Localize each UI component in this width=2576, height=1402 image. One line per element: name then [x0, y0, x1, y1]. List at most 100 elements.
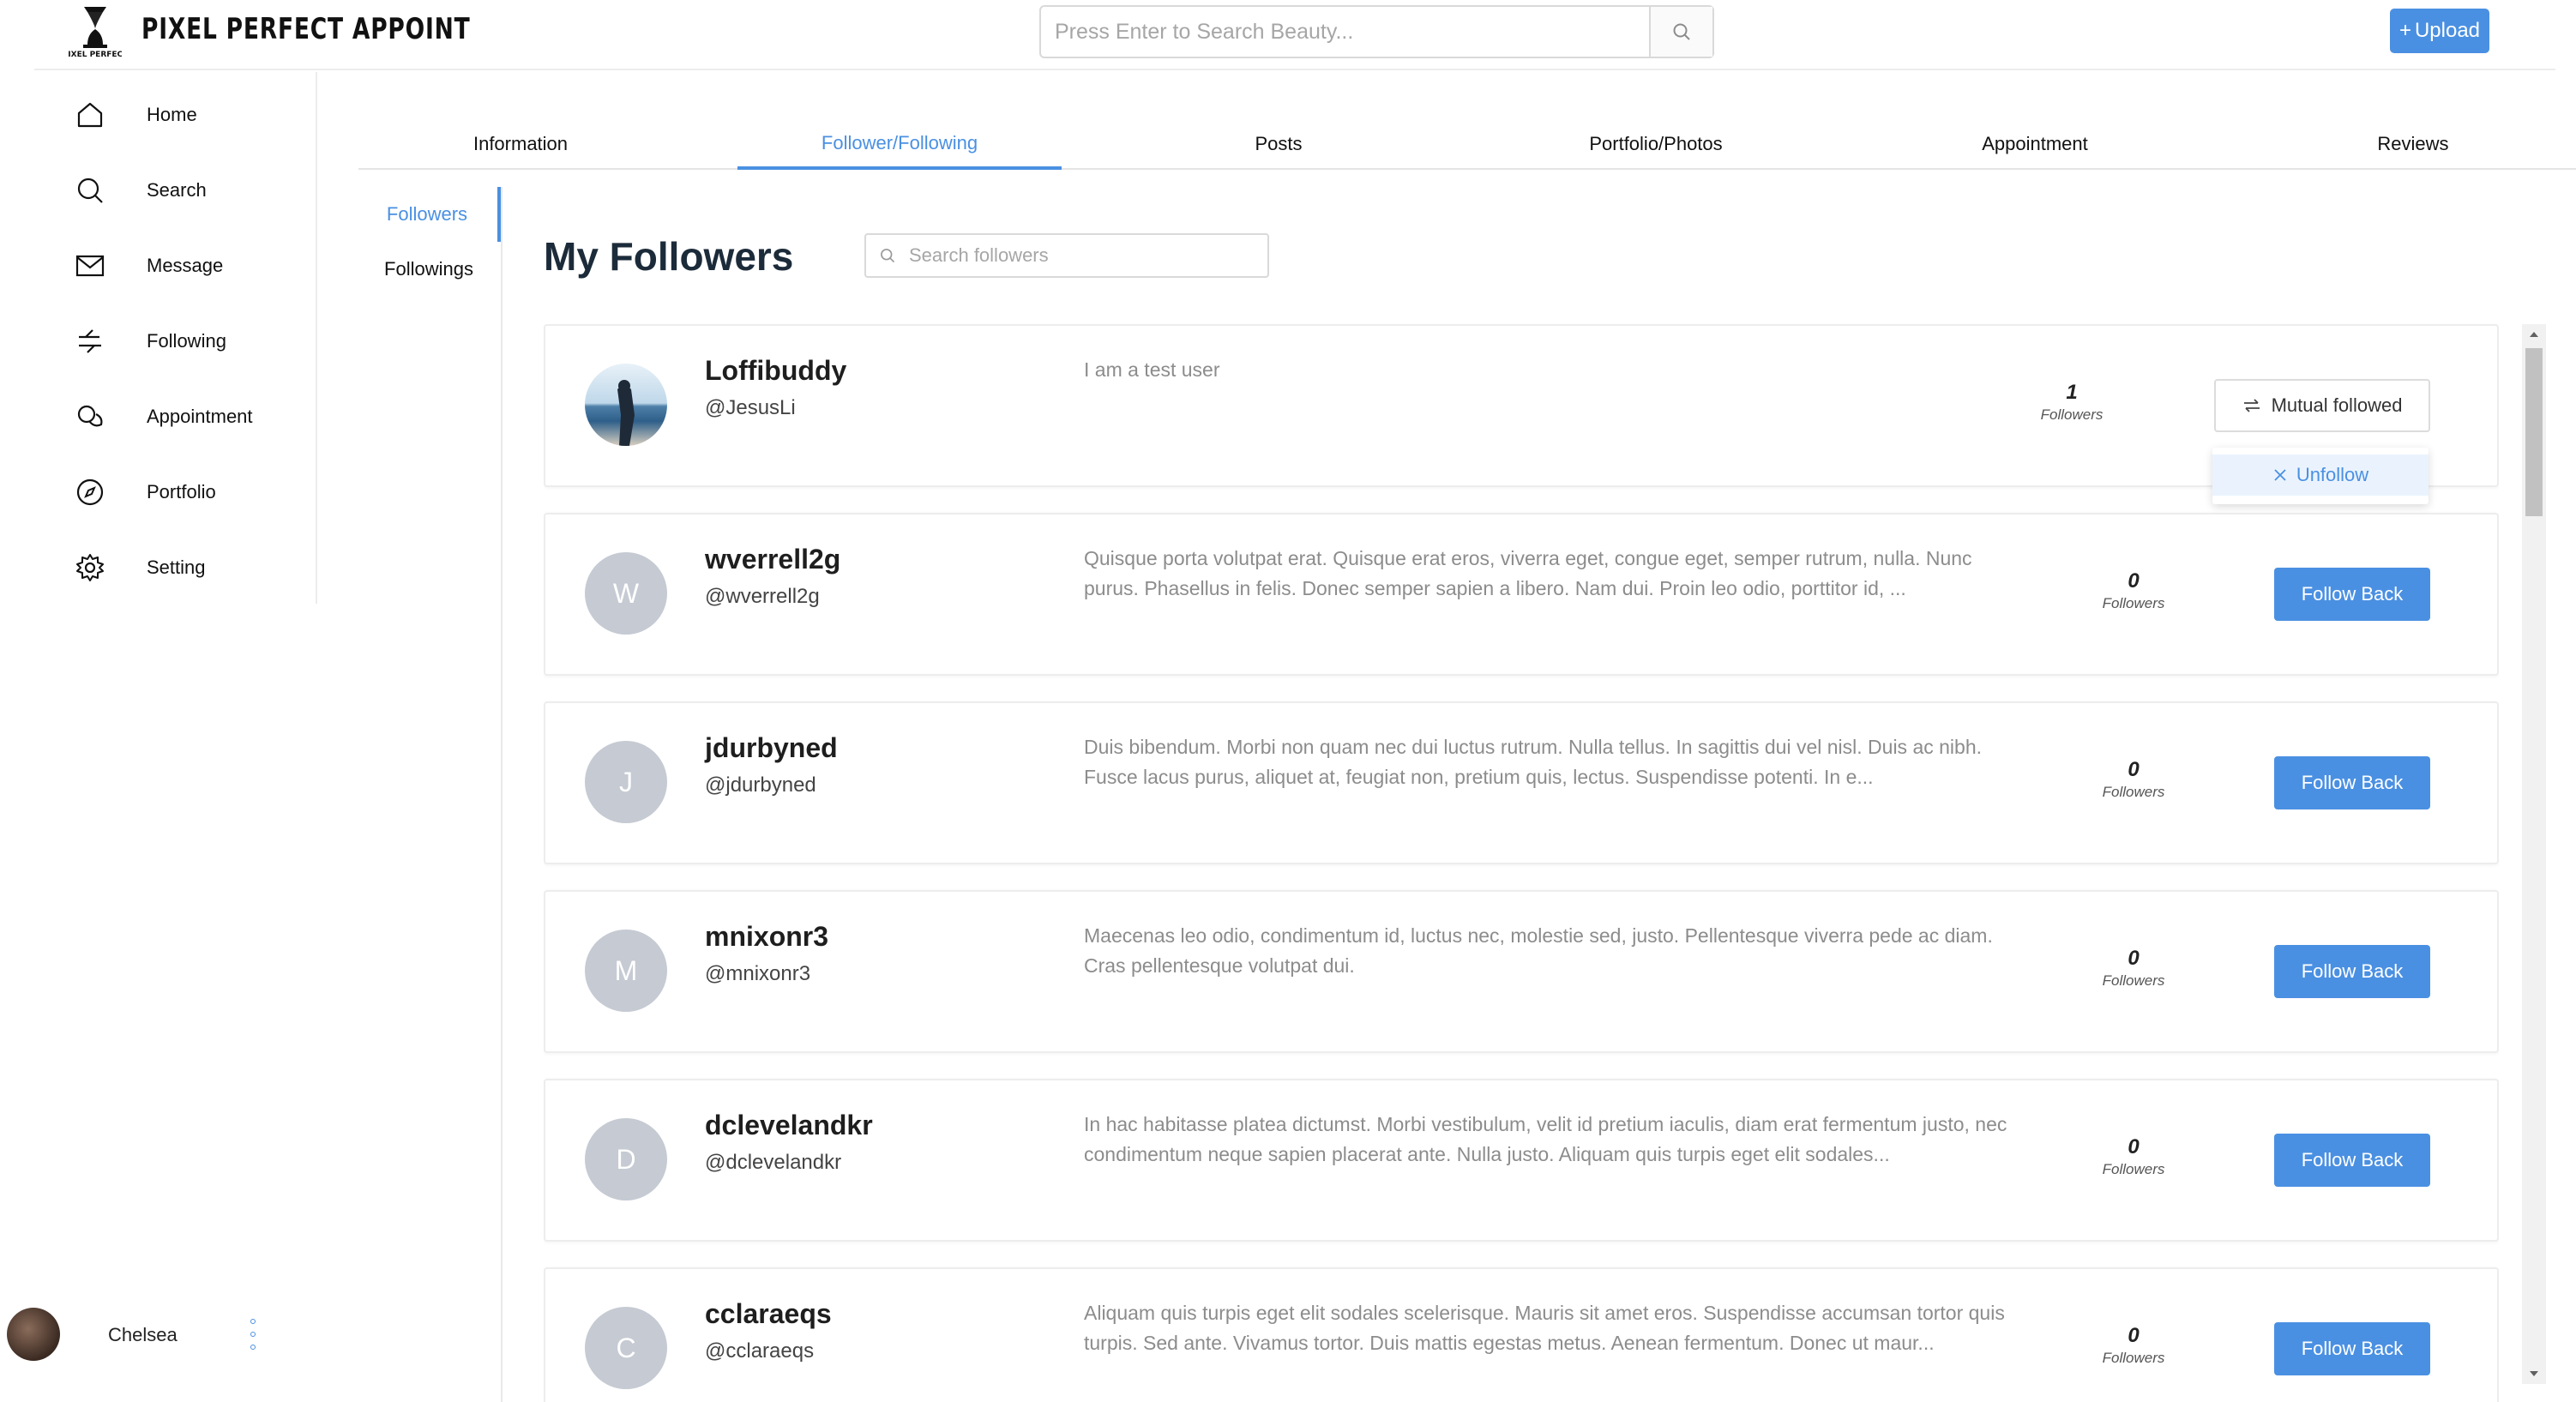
follower-name[interactable]: wverrell2g — [705, 544, 840, 575]
follower-name[interactable]: mnixonr3 — [705, 921, 828, 953]
global-search-button[interactable] — [1649, 7, 1712, 57]
sidebar-item-search[interactable]: Search — [34, 165, 309, 216]
sidebar-item-label: Search — [147, 179, 207, 201]
search-icon — [74, 174, 106, 207]
sidebar-item-label: Home — [147, 104, 197, 125]
sidebar-item-label: Message — [147, 255, 224, 276]
list-item: Loffibuddy @JesusLi I am a test user 1 F… — [544, 324, 2499, 487]
followers-count: 0 — [2128, 569, 2140, 593]
followers-count: 1 — [2066, 381, 2078, 404]
followers-label: Followers — [2102, 1161, 2165, 1177]
list-item: W wverrell2g @wverrell2g Quisque porta v… — [544, 513, 2499, 676]
avatar[interactable]: J — [585, 741, 667, 823]
followers-label: Followers — [2102, 595, 2165, 611]
followers-label: Followers — [2102, 972, 2165, 989]
list-item: J jdurbyned @jdurbyned Duis bibendum. Mo… — [544, 701, 2499, 864]
scroll-thumb[interactable] — [2525, 348, 2543, 516]
follower-name[interactable]: dclevelandkr — [705, 1110, 873, 1141]
tab-follower-following[interactable]: Follower/Following — [737, 120, 1062, 170]
follow-back-button[interactable]: Follow Back — [2274, 945, 2430, 998]
follower-name[interactable]: cclaraeqs — [705, 1298, 832, 1330]
mutual-followed-dropdown: Unfollow — [2212, 448, 2429, 504]
tab-portfolio-photos[interactable]: Portfolio/Photos — [1494, 120, 1818, 168]
follower-bio: I am a test user — [1084, 358, 1220, 381]
avatar[interactable] — [7, 1308, 60, 1361]
follower-name[interactable]: jdurbyned — [705, 732, 838, 764]
follow-back-button[interactable]: Follow Back — [2274, 568, 2430, 621]
tab-posts[interactable]: Posts — [1116, 120, 1441, 168]
scroll-down-arrow-icon[interactable] — [2522, 1363, 2546, 1384]
follower-bio: Duis bibendum. Morbi non quam nec dui lu… — [1084, 736, 1982, 788]
avatar[interactable]: D — [585, 1118, 667, 1200]
current-user: Chelsea — [0, 1303, 292, 1367]
sidebar-item-label: Appointment — [147, 406, 253, 427]
sidebar-item-home[interactable]: Home — [34, 89, 309, 141]
list-item: C cclaraeqs @cclaraeqs Aliquam quis turp… — [544, 1267, 2499, 1402]
sidebar-item-portfolio[interactable]: Portfolio — [34, 466, 309, 518]
sidebar-item-label: Setting — [147, 557, 206, 578]
followers-stat: 0 Followers — [2082, 758, 2185, 801]
avatar[interactable] — [585, 364, 667, 446]
sidebar: Home Search Message Following Appointmen… — [34, 72, 317, 604]
sidebar-item-setting[interactable]: Setting — [34, 542, 309, 593]
svg-text:PIXEL PERFECT: PIXEL PERFECT — [69, 51, 122, 59]
more-options-icon[interactable] — [249, 1319, 257, 1350]
sidebar-item-following[interactable]: Following — [34, 316, 309, 367]
arrows-icon — [74, 325, 106, 358]
mutual-followed-label: Mutual followed — [2271, 394, 2403, 416]
follower-bio: Aliquam quis turpis eget elit sodales sc… — [1084, 1302, 2005, 1354]
close-icon — [2274, 469, 2286, 481]
sidebar-item-label: Portfolio — [147, 481, 216, 502]
followers-stat: 0 Followers — [2082, 947, 2185, 990]
swap-icon — [2243, 399, 2260, 412]
sidebar-item-label: Following — [147, 330, 226, 352]
scroll-up-arrow-icon[interactable] — [2522, 324, 2546, 345]
avatar[interactable]: C — [585, 1307, 667, 1389]
follower-search-input[interactable] — [909, 244, 1267, 267]
followers-stat: 0 Followers — [2082, 569, 2185, 612]
follower-name[interactable]: Loffibuddy — [705, 355, 846, 387]
home-icon — [74, 99, 106, 131]
app-title: PIXEL PERFECT APPOINT — [141, 12, 471, 46]
follower-handle: @cclaraeqs — [705, 1339, 815, 1363]
global-search-input[interactable] — [1041, 7, 1649, 57]
search-icon — [866, 247, 909, 264]
follower-list: Loffibuddy @JesusLi I am a test user 1 F… — [544, 324, 2499, 1402]
search-icon — [1673, 23, 1690, 40]
follow-back-button[interactable]: Follow Back — [2274, 756, 2430, 809]
gear-icon — [74, 551, 106, 584]
global-search — [1039, 5, 1714, 58]
mutual-followed-button[interactable]: Mutual followed — [2214, 379, 2430, 432]
follower-bio: In hac habitasse platea dictumst. Morbi … — [1084, 1113, 2007, 1165]
unfollow-menu-item[interactable]: Unfollow — [2212, 454, 2429, 496]
upload-button[interactable]: + Upload — [2390, 9, 2489, 53]
list-scrollbar[interactable] — [2522, 324, 2546, 1384]
avatar[interactable]: W — [585, 552, 667, 635]
sidebar-item-message[interactable]: Message — [34, 240, 309, 292]
profile-tabs: Information Follower/Following Posts Por… — [358, 120, 2576, 170]
followers-count: 0 — [2128, 758, 2140, 781]
tab-information[interactable]: Information — [358, 120, 683, 168]
follower-handle: @wverrell2g — [705, 585, 820, 608]
follow-back-button[interactable]: Follow Back — [2274, 1134, 2430, 1187]
sidebar-item-appointment[interactable]: Appointment — [34, 391, 309, 442]
compass-icon — [74, 476, 106, 508]
logo-icon[interactable]: PIXEL PERFECT — [63, 3, 129, 60]
follower-bio: Quisque porta volutpat erat. Quisque era… — [1084, 547, 1972, 599]
chat-bubbles-icon — [74, 400, 106, 433]
followers-label: Followers — [2040, 406, 2104, 423]
follower-subnav: Followers Followings — [358, 187, 503, 1402]
subnav-followings[interactable]: Followings — [357, 242, 501, 297]
followers-stat: 0 Followers — [2082, 1324, 2185, 1367]
tab-reviews[interactable]: Reviews — [2251, 120, 2575, 168]
follower-handle: @mnixonr3 — [705, 962, 811, 985]
followers-stat: 1 Followers — [2020, 381, 2123, 424]
avatar[interactable]: M — [585, 930, 667, 1012]
mail-icon — [74, 250, 106, 282]
tab-appointment[interactable]: Appointment — [1873, 120, 2197, 168]
follow-back-button[interactable]: Follow Back — [2274, 1322, 2430, 1375]
subnav-followers[interactable]: Followers — [357, 187, 501, 242]
list-item: M mnixonr3 @mnixonr3 Maecenas leo odio, … — [544, 890, 2499, 1053]
follower-search — [864, 233, 1269, 278]
followers-count: 0 — [2128, 947, 2140, 970]
